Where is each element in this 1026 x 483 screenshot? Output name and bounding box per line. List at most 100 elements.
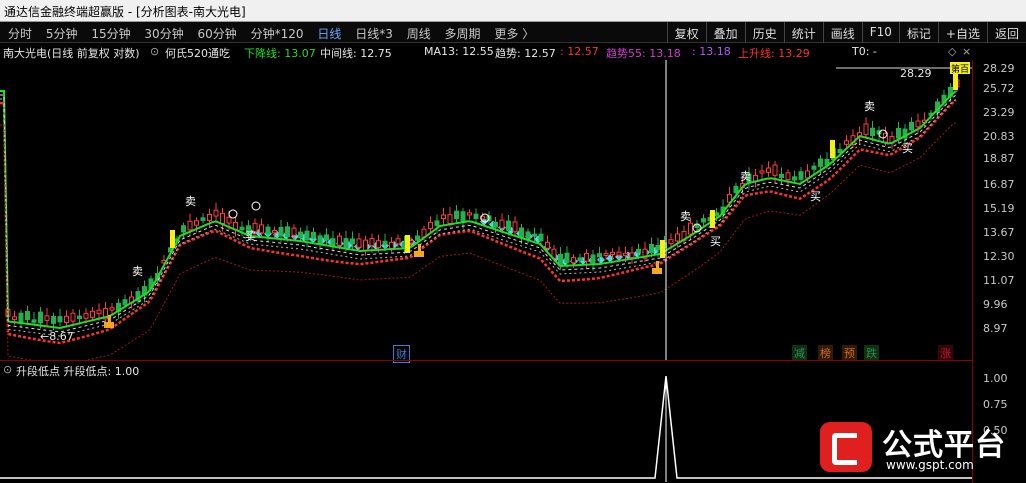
price-tick: 12.30 [983, 250, 1015, 263]
period-tab-15min[interactable]: 15分钟 [91, 27, 130, 41]
sell-signal-label: 卖 [185, 195, 196, 208]
period-tab-daily3[interactable]: 日线*3 [355, 27, 393, 41]
chart-toolbar: 分时 5分钟 15分钟 30分钟 60分钟 分钟*120 日线 日线*3 周线 … [0, 22, 1026, 43]
mark-button[interactable]: 标记 [898, 22, 938, 43]
price-tick: 11.07 [983, 274, 1015, 287]
candle-body [304, 230, 310, 241]
candle-body [428, 221, 433, 230]
add-watchlist-button[interactable]: +自选 [937, 22, 987, 43]
down-line-value: 下降线: 13.07 [244, 47, 316, 60]
toolbar-right-buttons: 复权 叠加 历史 统计 画线 F10 标记 +自选 返回 [666, 22, 1026, 43]
history-button[interactable]: 历史 [744, 22, 784, 43]
candle-body [194, 220, 199, 226]
period-tab-fenshi[interactable]: 分时 [8, 27, 32, 41]
subpanel-dropdown-icon[interactable]: ⊙ [3, 363, 12, 376]
candle-body [616, 251, 622, 256]
candle-body [844, 140, 849, 145]
candle-body [51, 315, 56, 324]
event-reduce-badge[interactable]: 减 [792, 345, 807, 361]
candle-body [363, 239, 368, 252]
candle-body [499, 219, 505, 229]
candle-body [220, 212, 225, 225]
event-rise-badge[interactable]: 涨 [938, 345, 953, 361]
event-fall-badge[interactable]: 跌 [864, 345, 879, 361]
indicator-dropdown-icon[interactable]: ⊙ [150, 45, 159, 58]
candle-body [733, 185, 739, 194]
candle-body [447, 214, 453, 224]
window-title: 通达信金融终端超赢版 - [分析图表-南大光电] [4, 5, 246, 19]
candle-body [31, 319, 37, 323]
sell-signal-label: 卖 [864, 100, 875, 113]
candle-body [77, 315, 82, 319]
candle-body [278, 226, 284, 237]
candle-body [525, 231, 531, 239]
sell-signal-label: 卖 [132, 265, 143, 278]
low-price-label: ←8.67 [40, 330, 74, 343]
candle-body [265, 226, 271, 235]
candle-body [896, 128, 901, 139]
candle-body [506, 220, 511, 231]
candle-body [870, 127, 875, 136]
draw-line-button[interactable]: 画线 [822, 22, 862, 43]
buy-signal-label: 买 [810, 190, 821, 203]
period-tab-multi[interactable]: 多周期 [445, 27, 481, 41]
candle-body [473, 213, 479, 219]
overlay-button[interactable]: 叠加 [705, 22, 745, 43]
period-tab-weekly[interactable]: 周线 [407, 27, 431, 41]
main-price-chart[interactable]: 卖卖卖卖卖买 买买买 28.29 ←8.67 第百 [0, 60, 972, 360]
period-tab-120min[interactable]: 分钟*120 [251, 27, 304, 41]
candle-body [226, 216, 232, 224]
buy-signal-label: 买 [245, 230, 256, 243]
event-rank-badge[interactable]: 榜 [818, 345, 833, 361]
period-selector: 分时 5分钟 15分钟 30分钟 60分钟 分钟*120 日线 日线*3 周线 … [8, 25, 544, 42]
price-tick: 20.83 [983, 130, 1015, 143]
period-tab-30min[interactable]: 30分钟 [144, 27, 183, 41]
candle-body [792, 176, 797, 181]
high-price-label: 28.29 [900, 67, 932, 80]
f10-button[interactable]: F10 [861, 22, 899, 43]
restore-rights-button[interactable]: 复权 [666, 22, 706, 43]
candle-body [382, 240, 388, 246]
candle-body [558, 253, 563, 266]
period-tab-more[interactable]: 更多 〉 [494, 27, 534, 41]
up-line-value: 上升线: 13.29 [738, 47, 810, 60]
ma13-value: MA13: 12.55 [424, 45, 494, 58]
back-button[interactable]: 返回 [986, 22, 1026, 43]
trend55-value: 趋势55: 13.18 [606, 47, 681, 60]
signal-bar [170, 230, 175, 248]
candle-body [181, 225, 186, 233]
close-panel-icon[interactable]: × [962, 45, 971, 58]
period-tab-60min[interactable]: 60分钟 [198, 27, 237, 41]
candle-body [590, 254, 596, 265]
circle-signal-icon [228, 209, 238, 219]
candle-body [785, 172, 791, 181]
stats-button[interactable]: 统计 [783, 22, 823, 43]
period-tab-5min[interactable]: 5分钟 [46, 27, 78, 41]
candle-body [655, 244, 661, 251]
candle-body [532, 233, 537, 237]
indicator-name[interactable]: 何氏520通吃 [165, 45, 230, 61]
trend55-b-value: : 13.18 [692, 45, 731, 58]
collapse-icon[interactable]: ◇ [948, 45, 956, 58]
candle-body [70, 312, 76, 322]
candle-body [83, 312, 89, 319]
candle-body [12, 316, 17, 321]
candle-body [519, 227, 524, 238]
signal-bar [405, 235, 410, 253]
period-tab-daily[interactable]: 日线 [317, 27, 341, 41]
signal-bar [660, 240, 665, 258]
candle-body [343, 238, 349, 248]
event-forecast-badge[interactable]: 预 [842, 345, 857, 361]
candle-body [18, 312, 24, 323]
candle-body [759, 170, 765, 174]
candle-body [811, 165, 817, 170]
candle-body [538, 233, 544, 242]
hand-pointer-icon [414, 244, 424, 257]
candle-body [610, 251, 615, 255]
trend-value: 趋势: 12.57 [495, 47, 556, 60]
candle-body [369, 238, 375, 247]
candle-body [200, 217, 206, 221]
candle-body [64, 315, 69, 323]
candle-body [629, 252, 635, 259]
candle-body [207, 213, 212, 221]
